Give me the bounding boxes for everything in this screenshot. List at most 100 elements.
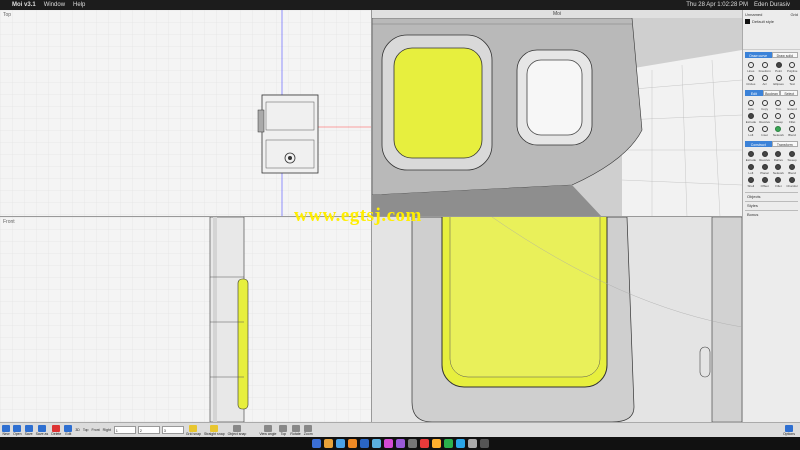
open-folder-icon: [13, 424, 22, 432]
tool-trim[interactable]: Trim: [773, 100, 785, 111]
style-swatch[interactable]: [745, 19, 750, 24]
tool-polyline[interactable]: Polyline: [786, 62, 798, 73]
tool-extend[interactable]: Extend: [786, 100, 798, 111]
edit-button[interactable]: Edit: [64, 424, 73, 436]
menu-help[interactable]: Help: [73, 2, 85, 8]
tool-loft[interactable]: Loft: [745, 164, 757, 175]
section-bonus[interactable]: Bonus: [745, 210, 798, 217]
viewport-perspective[interactable]: Moi: [372, 10, 742, 217]
tool-sweep[interactable]: Sweep: [786, 151, 798, 162]
launchpad-icon[interactable]: [323, 439, 333, 448]
new-button[interactable]: New: [2, 424, 10, 436]
tab-boolean[interactable]: Boolean: [762, 90, 781, 96]
tool-ellipses[interactable]: Ellipses: [773, 75, 785, 86]
tool-lines[interactable]: Lines: [745, 62, 757, 73]
tab-draw-solid[interactable]: Draw solid: [771, 52, 798, 58]
perspective-canvas: [372, 10, 742, 216]
tool-arc[interactable]: Arc: [759, 75, 771, 86]
chamfer-icon: [789, 177, 796, 183]
grid-snap-button[interactable]: Grid snap: [186, 424, 201, 436]
tool-fillet[interactable]: Fillet: [773, 177, 785, 188]
tab-draw-curve[interactable]: Draw curve: [745, 52, 772, 58]
tool-network[interactable]: Network: [773, 164, 785, 175]
music-icon[interactable]: [419, 439, 429, 448]
tool-edit-loft[interactable]: Loft: [745, 126, 757, 137]
save-button[interactable]: Save: [24, 424, 33, 436]
tool-revolve[interactable]: Revolve: [759, 151, 771, 162]
edit-icon: [64, 424, 73, 432]
tab-edit[interactable]: Edit: [745, 90, 763, 96]
loft-icon: [747, 126, 754, 132]
view-angle-button[interactable]: View angle: [259, 424, 276, 436]
dock: [0, 437, 800, 450]
tool-circles[interactable]: Circles: [745, 75, 757, 86]
tool-planar[interactable]: Planar: [759, 164, 771, 175]
tool-blend[interactable]: Blend: [786, 164, 798, 175]
viewport-front[interactable]: Front: [0, 217, 372, 422]
inset-icon: [761, 126, 768, 132]
options-button[interactable]: Options: [783, 424, 795, 436]
coord-field-x[interactable]: 1: [113, 426, 136, 434]
settings-icon[interactable]: [407, 439, 417, 448]
point-icon: [775, 62, 782, 68]
delete-button[interactable]: Delete: [51, 424, 61, 436]
tab-select[interactable]: Select: [780, 90, 799, 96]
tool-edit-revolve[interactable]: Revolve: [759, 113, 771, 124]
tool-edit-extrude[interactable]: Extrude: [745, 113, 757, 124]
edit-tools: Hide Copy Trim Extend Extrude Revolve Sw…: [743, 98, 800, 139]
view-front-button[interactable]: Front: [91, 428, 99, 432]
trash-icon[interactable]: [479, 439, 489, 448]
tab-construct[interactable]: Construct: [745, 141, 772, 147]
notes-icon[interactable]: [431, 439, 441, 448]
view-3d-button[interactable]: 3D: [75, 428, 79, 432]
clock[interactable]: Thu 28 Apr 1:02:28 PM: [686, 2, 748, 8]
view-top-button[interactable]: Top: [83, 428, 89, 432]
tool-edit-fillet[interactable]: Fillet: [786, 113, 798, 124]
lightroom-icon[interactable]: [371, 439, 381, 448]
coord-field-y[interactable]: 2: [137, 426, 160, 434]
tool-offset[interactable]: Offset: [759, 177, 771, 188]
coord-field-z[interactable]: 3: [161, 426, 184, 434]
tool-chamfer[interactable]: Chamfer: [786, 177, 798, 188]
messages-icon[interactable]: [455, 439, 465, 448]
top-view-button[interactable]: Top: [279, 424, 288, 436]
indesign-icon[interactable]: [383, 439, 393, 448]
spotify-icon[interactable]: [443, 439, 453, 448]
tool-edit-network[interactable]: Network: [773, 126, 785, 137]
tool-point[interactable]: Point: [773, 62, 785, 73]
section-objects[interactable]: Objects: [745, 192, 798, 199]
view-right-button[interactable]: Right: [103, 428, 111, 432]
tool-hide[interactable]: Hide: [745, 100, 757, 111]
tool-edit-sweep[interactable]: Sweep: [773, 113, 785, 124]
user-name[interactable]: Eden Durasiv: [754, 2, 790, 8]
app-menu[interactable]: Moi v3.1: [12, 2, 36, 8]
illustrator-icon[interactable]: [347, 439, 357, 448]
style-name[interactable]: Default style: [752, 19, 774, 24]
fillet-icon: [789, 113, 796, 119]
rotate-button[interactable]: Rotate: [290, 424, 301, 436]
straight-snap-button[interactable]: Straight snap: [204, 424, 225, 436]
safari-icon[interactable]: [335, 439, 345, 448]
tool-railrev[interactable]: Railrev: [773, 151, 785, 162]
save-as-button[interactable]: Save as: [36, 424, 48, 436]
open-button[interactable]: Open: [13, 424, 22, 436]
tool-edit-inset[interactable]: Inset: [759, 126, 771, 137]
tab-transform[interactable]: Transform: [771, 141, 798, 147]
tool-freeform[interactable]: Freeform: [759, 62, 771, 73]
tool-copy[interactable]: Copy: [759, 100, 771, 111]
viewport-top[interactable]: Top: [0, 10, 372, 217]
tool-text[interactable]: Text: [786, 75, 798, 86]
tool-extrude[interactable]: Extrude: [745, 151, 757, 162]
photoshop-icon[interactable]: [359, 439, 369, 448]
section-styles[interactable]: Styles: [745, 201, 798, 208]
tool-edit-blend[interactable]: Blend: [786, 126, 798, 137]
finder-icon[interactable]: [311, 439, 321, 448]
object-snap-button[interactable]: Object snap: [228, 424, 246, 436]
object-name[interactable]: Unnamed: [745, 12, 762, 17]
zoom-button[interactable]: Zoom: [304, 424, 313, 436]
viewport-right[interactable]: [372, 217, 742, 422]
aftereffects-icon[interactable]: [395, 439, 405, 448]
preview-icon[interactable]: [467, 439, 477, 448]
tool-shell[interactable]: Shell: [745, 177, 757, 188]
menu-window[interactable]: Window: [44, 2, 65, 8]
